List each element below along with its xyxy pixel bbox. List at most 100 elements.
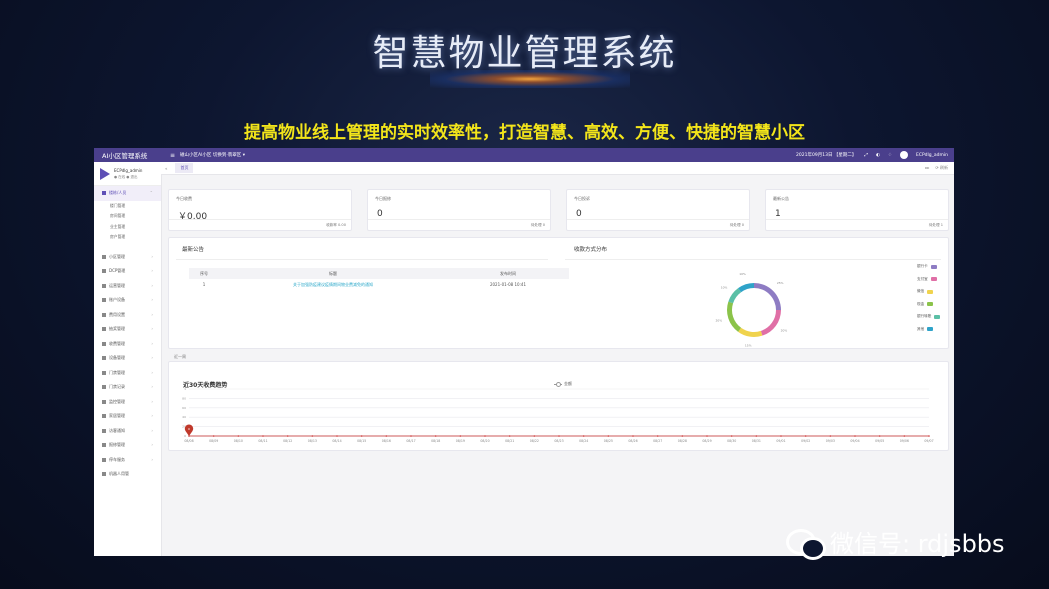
legend-item[interactable]: 支付宝	[917, 277, 937, 282]
x-tick-label: 09/01	[776, 439, 785, 443]
data-point[interactable]	[656, 435, 659, 437]
sidebar-item[interactable]: 账户设备 ›	[94, 293, 161, 308]
chevron-right-icon: ›	[151, 456, 153, 462]
sidebar-item[interactable]: 访客通知 ›	[94, 424, 161, 439]
x-tick-label: 08/27	[653, 439, 662, 443]
announcement-link[interactable]: 关于加强防疫建议疫情期间物业费减免的通知	[219, 279, 447, 290]
sidebar-subitem[interactable]: 楼门管理	[94, 201, 161, 212]
top-username[interactable]: ECPdlg_admin	[916, 153, 948, 158]
data-point[interactable]	[360, 435, 363, 437]
sidebar-item-building[interactable]: 楼栋/人员 ⌃	[94, 186, 161, 201]
donut-slice[interactable]	[760, 310, 781, 336]
chevron-right-icon: ›	[151, 398, 153, 404]
donut-slice[interactable]	[738, 283, 754, 293]
logo-icon	[100, 168, 110, 180]
legend-item[interactable]: 银行转账	[917, 314, 941, 319]
legend-item[interactable]: 微信	[917, 289, 934, 294]
sidebar-item[interactable]: 收费管理 ›	[94, 337, 161, 352]
x-tick-label: 08/13	[308, 439, 317, 443]
data-point[interactable]	[903, 435, 906, 437]
donut-slice[interactable]	[738, 327, 763, 337]
tab-forward-icon[interactable]: ▸▸	[925, 165, 929, 171]
data-point[interactable]	[385, 435, 388, 437]
stat-card-repair: 今日报修 0 待处理 0	[367, 189, 551, 231]
menu-icon	[102, 414, 106, 419]
data-point[interactable]	[212, 435, 215, 437]
sidebar-item[interactable]: 设备管理 ›	[94, 351, 161, 366]
data-point[interactable]	[558, 435, 560, 437]
data-point[interactable]	[854, 435, 856, 437]
theme-icon[interactable]: ◐	[876, 153, 880, 158]
donut-slice[interactable]	[727, 301, 742, 332]
donut-slice[interactable]	[728, 288, 742, 304]
legend-swatch	[930, 264, 937, 269]
x-tick-label: 08/18	[431, 439, 440, 443]
data-point[interactable]	[484, 435, 486, 437]
dashboard-panel: 最新公告 序号 标题 发布时间 1 关于加强防疫建议疫情期间物业费减免的通知 2…	[168, 237, 949, 349]
legend-item[interactable]: 银行卡	[917, 264, 937, 269]
data-point[interactable]	[681, 435, 684, 437]
sidebar-item[interactable]: 小区管理 ›	[94, 250, 161, 265]
sidebar-item[interactable]: DCP管理 ›	[94, 264, 161, 279]
sidebar-item[interactable]: 停车服务 ›	[94, 453, 161, 468]
data-point[interactable]	[928, 435, 930, 437]
data-point[interactable]	[286, 435, 289, 437]
sidebar-subitem[interactable]: 业主管理	[94, 222, 161, 233]
x-tick-label: 08/22	[530, 439, 539, 443]
community-selector[interactable]: 磁山小区AI小区 切换到·翡翠区 ▾	[180, 152, 245, 158]
sidebar-item[interactable]: 抽奖管理 ›	[94, 322, 161, 337]
sidebar-item[interactable]: 家居管理 ›	[94, 409, 161, 424]
data-point[interactable]	[829, 435, 832, 437]
sidebar-user-status: ● 在线 ● 退出	[114, 175, 138, 179]
data-point[interactable]	[607, 435, 610, 437]
x-tick-label: 08/19	[456, 439, 465, 443]
y-tick-label: 1	[184, 387, 186, 391]
data-point[interactable]	[237, 435, 240, 437]
wechat-icon	[786, 527, 826, 560]
menu-icon	[102, 254, 106, 259]
avatar[interactable]	[899, 151, 908, 159]
data-point[interactable]	[336, 435, 338, 437]
data-point[interactable]	[410, 435, 412, 437]
fullscreen-icon[interactable]: ⤢	[864, 152, 868, 158]
menu-toggle-icon[interactable]: ≡	[170, 152, 180, 159]
chevron-right-icon: ›	[151, 384, 153, 389]
data-point[interactable]	[632, 435, 634, 437]
data-point[interactable]	[878, 435, 881, 437]
data-point[interactable]	[706, 435, 708, 437]
watermark-text: 微信号: rdjsbbs	[830, 530, 1005, 558]
sidebar-item[interactable]: 报修管理 ›	[94, 438, 161, 453]
sidebar-item[interactable]: 门禁管理 ›	[94, 366, 161, 381]
tab-home[interactable]: 首页	[175, 163, 194, 173]
data-point[interactable]	[755, 435, 758, 437]
chevron-right-icon: ›	[151, 311, 153, 317]
sidebar-item[interactable]: 监控管理 ›	[94, 395, 161, 410]
data-point[interactable]	[459, 435, 462, 437]
sidebar-subitem[interactable]: 房户管理	[94, 232, 161, 243]
donut-slice[interactable]	[754, 283, 781, 310]
legend-item[interactable]: 现金	[917, 302, 934, 307]
legend-item[interactable]: 其他	[917, 327, 934, 332]
sidebar-item[interactable]: 运营管理 ›	[94, 279, 161, 294]
data-point[interactable]	[582, 435, 585, 437]
data-point[interactable]	[730, 435, 733, 437]
data-point[interactable]	[434, 435, 437, 437]
data-point[interactable]	[508, 435, 511, 437]
stat-foot: 待处理 0	[530, 223, 545, 227]
sidebar-item[interactable]: 机器人用管	[94, 467, 161, 482]
tab-back-icon[interactable]: «	[165, 166, 167, 171]
menu-icon	[102, 283, 106, 288]
sidebar-user-name: ECPdlg_admin	[114, 168, 143, 173]
data-point[interactable]	[533, 435, 536, 437]
sidebar-item[interactable]: 门禁记录 ›	[94, 380, 161, 395]
refresh-button[interactable]: ⟳ 刷新	[935, 165, 948, 171]
data-point[interactable]	[311, 435, 314, 437]
data-point[interactable]	[780, 435, 782, 437]
app-brand[interactable]: AI小区管理系统	[94, 150, 170, 160]
data-point[interactable]	[262, 435, 264, 437]
stat-foot: 待处理 1	[928, 223, 943, 227]
bell-icon[interactable]: ♢	[888, 153, 892, 158]
sidebar-item[interactable]: 费用设置 ›	[94, 308, 161, 323]
data-point[interactable]	[804, 435, 807, 437]
sidebar-subitem[interactable]: 房间管理	[94, 211, 161, 222]
